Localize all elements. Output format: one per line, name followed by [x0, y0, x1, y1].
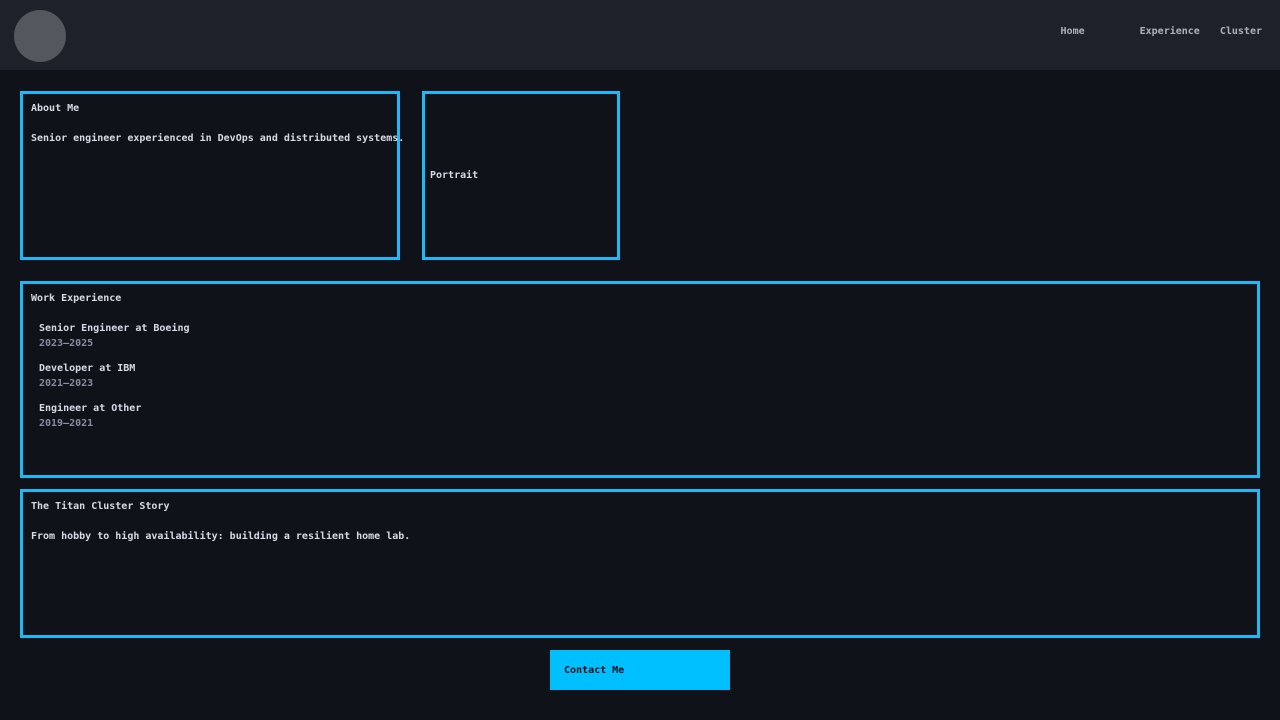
- nav-link-cluster[interactable]: Cluster: [1220, 24, 1262, 39]
- story-card: The Titan Cluster Story From hobby to hi…: [20, 489, 1260, 638]
- about-title: About Me: [31, 101, 389, 116]
- about-card: About Me Senior engineer experienced in …: [20, 91, 400, 260]
- job-period: 2021–2023: [39, 376, 1249, 391]
- job-period: 2023–2025: [39, 336, 1249, 351]
- job-entry: Engineer at Other 2019–2021: [39, 401, 1249, 431]
- job-entry: Developer at IBM 2021–2023: [39, 361, 1249, 391]
- job-list: Senior Engineer at Boeing 2023–2025 Deve…: [39, 321, 1249, 431]
- main-content: About Me Senior engineer experienced in …: [0, 70, 1280, 690]
- portrait-label: Portrait: [430, 168, 478, 183]
- job-role: Developer at IBM: [39, 361, 1249, 376]
- navbar: Home Experience Cluster: [0, 0, 1280, 70]
- top-row: About Me Senior engineer experienced in …: [20, 91, 1260, 260]
- portrait-placeholder: Portrait: [422, 91, 620, 260]
- job-period: 2019–2021: [39, 416, 1249, 431]
- nav-link-home[interactable]: Home: [1061, 24, 1085, 39]
- nav-links: Home Experience Cluster: [1061, 24, 1262, 39]
- experience-card: Work Experience Senior Engineer at Boein…: [20, 281, 1260, 478]
- contact-row: Contact Me: [20, 650, 1260, 690]
- contact-button[interactable]: Contact Me: [550, 650, 730, 690]
- job-role: Senior Engineer at Boeing: [39, 321, 1249, 336]
- nav-link-experience[interactable]: Experience: [1140, 24, 1200, 39]
- story-title: The Titan Cluster Story: [31, 499, 1249, 514]
- about-body: Senior engineer experienced in DevOps an…: [31, 131, 389, 146]
- job-entry: Senior Engineer at Boeing 2023–2025: [39, 321, 1249, 351]
- job-role: Engineer at Other: [39, 401, 1249, 416]
- experience-title: Work Experience: [31, 291, 1249, 306]
- story-body: From hobby to high availability: buildin…: [31, 529, 1249, 544]
- avatar[interactable]: [14, 10, 66, 62]
